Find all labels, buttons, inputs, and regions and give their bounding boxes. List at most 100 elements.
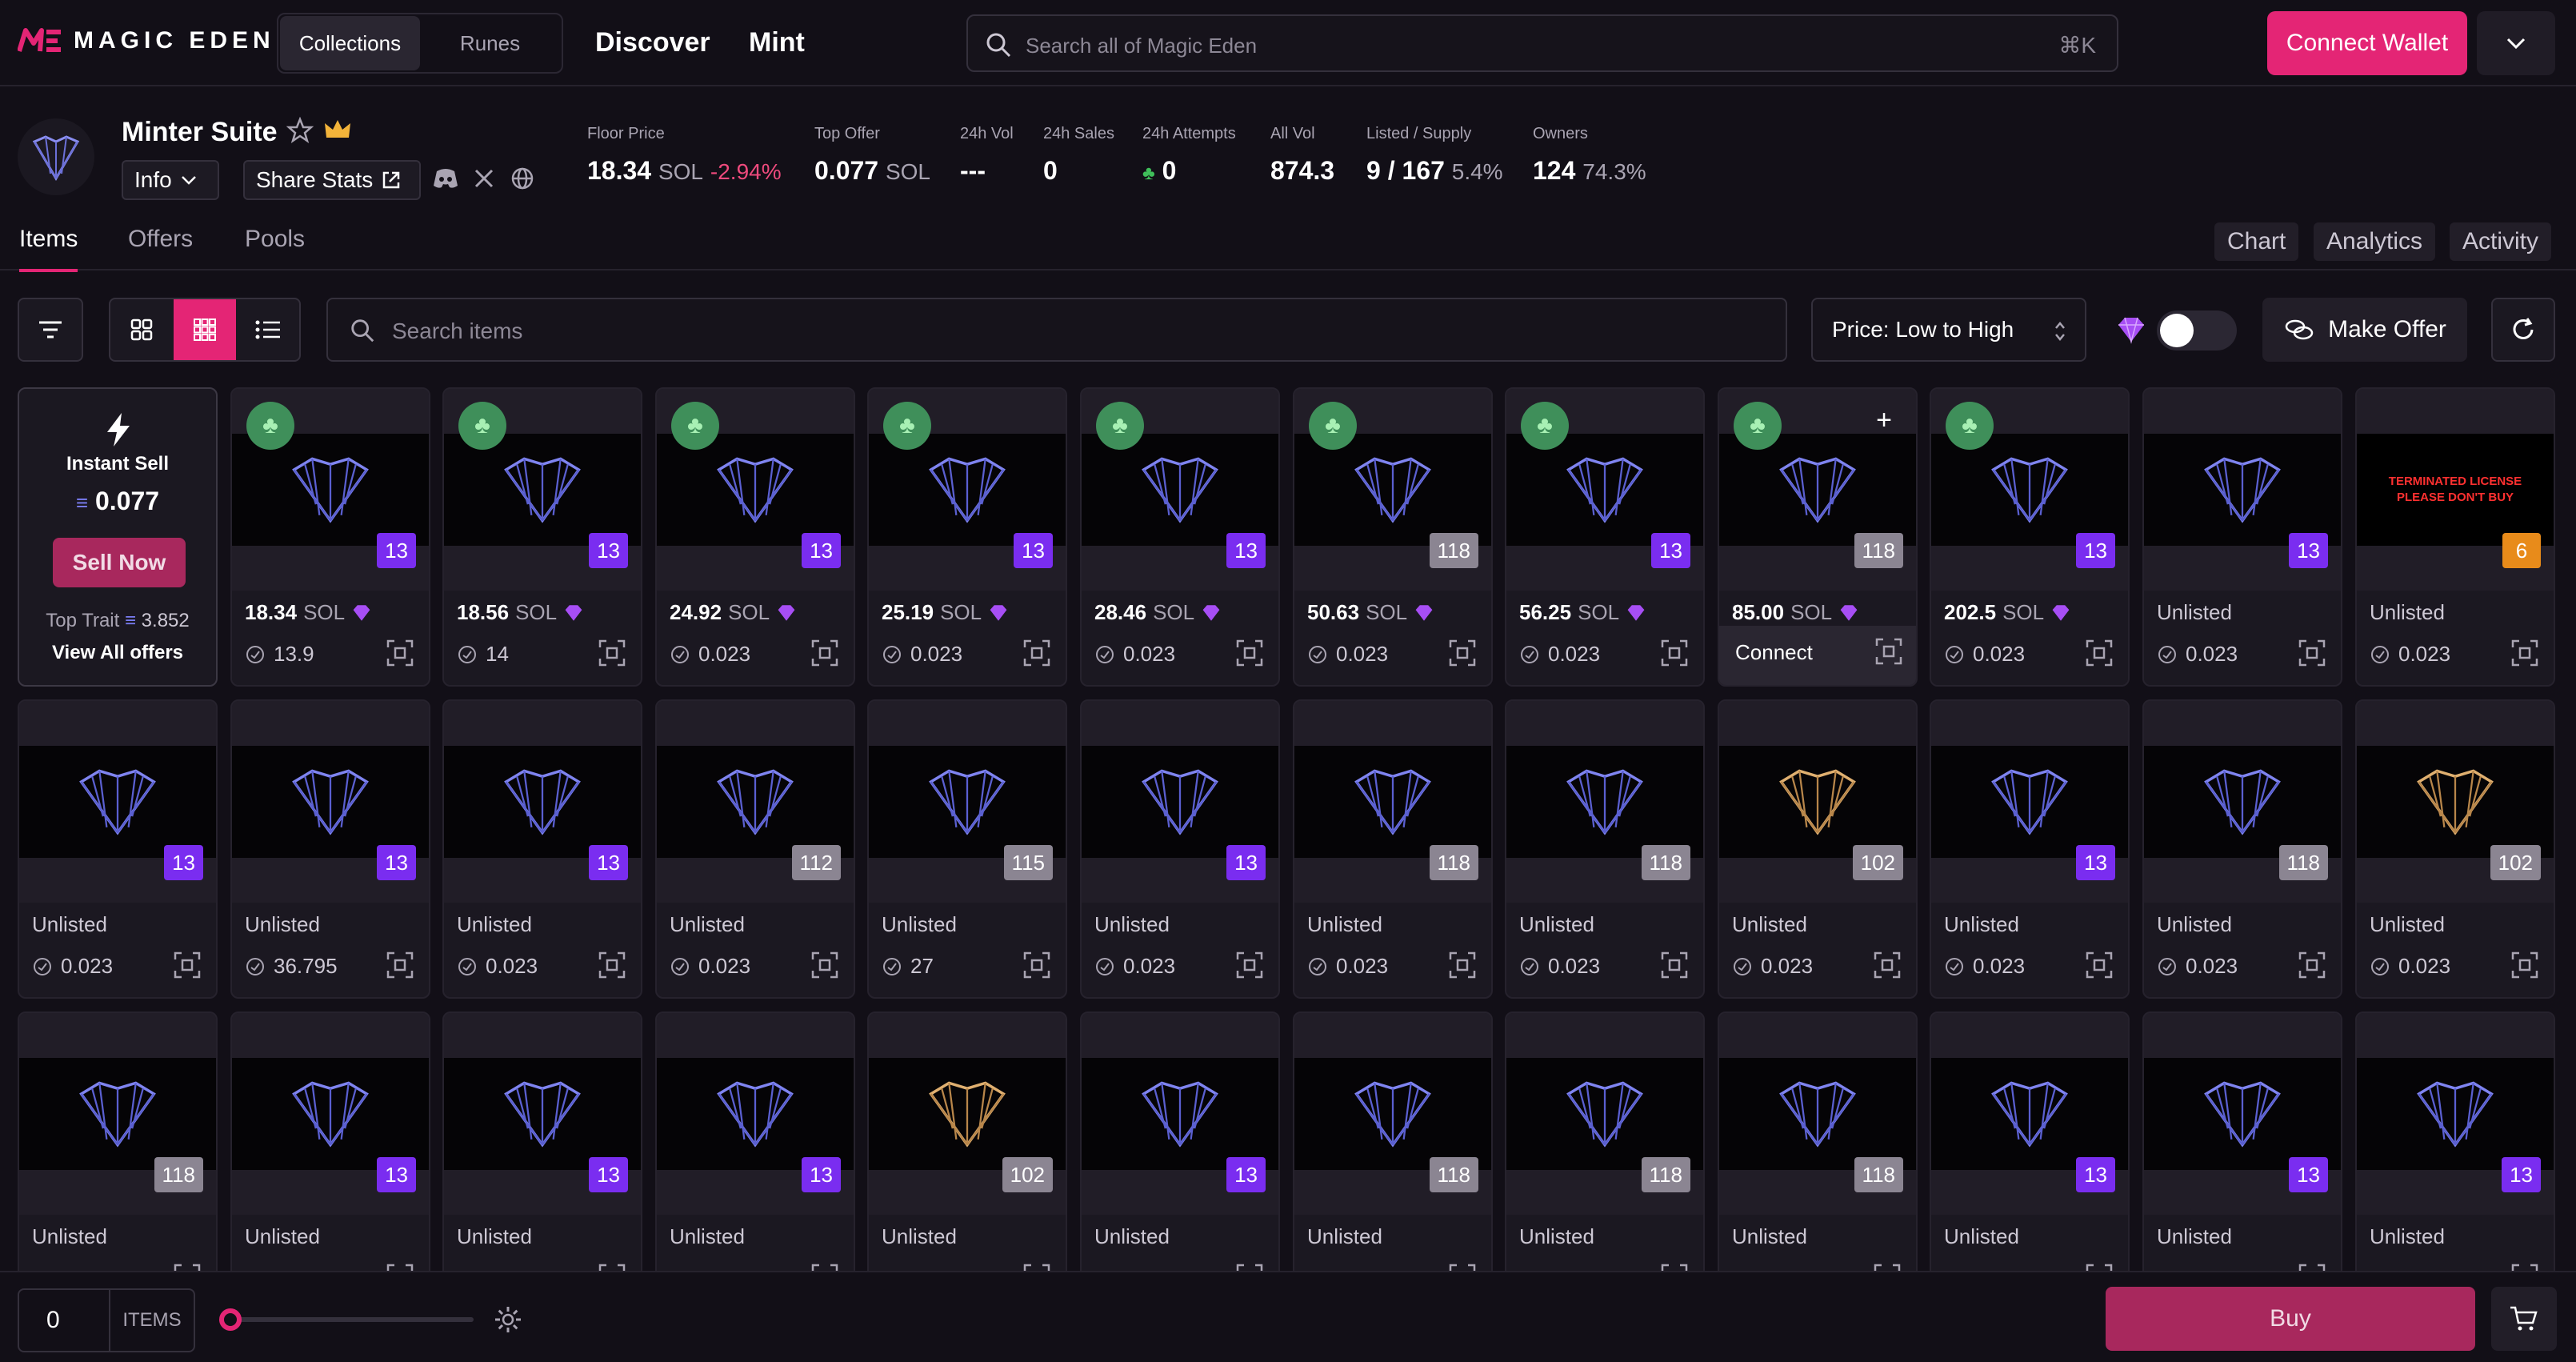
tab-chart[interactable]: Chart bbox=[2214, 222, 2299, 261]
sweep-slider[interactable] bbox=[219, 1308, 474, 1331]
nft-card[interactable]: 13 Unlisted bbox=[1080, 1011, 1280, 1271]
nft-card[interactable]: 13 Unlisted 0.023 bbox=[18, 699, 218, 999]
magic-eden-logo[interactable]: MAGIC EDEN bbox=[18, 27, 275, 54]
nft-card[interactable]: 13 Unlisted 0.023 bbox=[2142, 387, 2342, 687]
nft-card[interactable]: 112 Unlisted 0.023 bbox=[655, 699, 855, 999]
quick-view-button[interactable] bbox=[810, 639, 839, 671]
sort-select[interactable]: Price: Low to High bbox=[1811, 298, 2086, 362]
filter-button[interactable] bbox=[18, 298, 83, 362]
nav-mint[interactable]: Mint bbox=[749, 27, 805, 58]
quick-view-button[interactable] bbox=[1448, 1263, 1477, 1271]
nft-card[interactable]: TERMINATED LICENSE PLEASE DON'T BUY 6 Unli… bbox=[2355, 387, 2555, 687]
tab-offers[interactable]: Offers bbox=[128, 226, 193, 253]
quick-view-button[interactable] bbox=[1448, 951, 1477, 983]
quick-view-button[interactable] bbox=[386, 1263, 414, 1271]
make-offer-button[interactable]: Make Offer bbox=[2262, 298, 2467, 362]
quick-view-button[interactable] bbox=[1873, 1263, 1902, 1271]
more-menu-button[interactable] bbox=[2477, 11, 2555, 75]
quick-view-button[interactable] bbox=[1235, 951, 1264, 983]
nft-card[interactable]: 102 Unlisted 0.023 bbox=[2355, 699, 2555, 999]
quick-view-button[interactable] bbox=[810, 1263, 839, 1271]
nft-card[interactable]: ♣ +118 85.00 SOL Connect bbox=[1718, 387, 1918, 687]
search-items-input[interactable]: Search items bbox=[326, 298, 1787, 362]
tab-items[interactable]: Items bbox=[19, 226, 78, 272]
compact-grid-view-button[interactable] bbox=[173, 299, 237, 360]
nft-card[interactable]: ♣ 118 50.63 SOL 0.023 bbox=[1293, 387, 1493, 687]
nft-card[interactable]: 13 Unlisted bbox=[2355, 1011, 2555, 1271]
nft-card[interactable]: ♣ 13 18.56 SOL 14 bbox=[442, 387, 642, 687]
nft-card[interactable]: 13 Unlisted bbox=[655, 1011, 855, 1271]
nft-card[interactable]: 115 Unlisted 27 bbox=[867, 699, 1067, 999]
quick-view-button[interactable] bbox=[1022, 639, 1051, 671]
nft-card[interactable]: 118 Unlisted 0.023 bbox=[2142, 699, 2342, 999]
quick-view-button[interactable] bbox=[1235, 1263, 1264, 1271]
nft-card[interactable]: ♣ 13 56.25 SOL 0.023 bbox=[1505, 387, 1705, 687]
quick-view-button[interactable] bbox=[1022, 1263, 1051, 1271]
nav-discover[interactable]: Discover bbox=[595, 27, 710, 58]
tab-pools[interactable]: Pools bbox=[245, 226, 305, 253]
list-view-button[interactable] bbox=[236, 299, 299, 360]
discord-icon[interactable] bbox=[432, 166, 459, 190]
x-twitter-icon[interactable] bbox=[474, 168, 494, 189]
nft-card[interactable]: 118 Unlisted bbox=[1505, 1011, 1705, 1271]
nft-card[interactable]: 13 Unlisted 0.023 bbox=[442, 699, 642, 999]
nft-card[interactable]: 102 Unlisted bbox=[867, 1011, 1067, 1271]
view-all-offers-link[interactable]: View All offers bbox=[19, 642, 216, 664]
quick-view-button[interactable] bbox=[173, 951, 202, 983]
slider-thumb[interactable] bbox=[219, 1308, 242, 1331]
quick-view-button[interactable] bbox=[1235, 639, 1264, 671]
refresh-button[interactable] bbox=[2491, 298, 2555, 362]
nft-card[interactable]: 118 Unlisted 0.023 bbox=[1505, 699, 1705, 999]
large-grid-view-button[interactable] bbox=[110, 299, 174, 360]
quick-view-button[interactable] bbox=[1874, 637, 1903, 670]
tab-analytics[interactable]: Analytics bbox=[2314, 222, 2436, 261]
nft-card[interactable]: 13 Unlisted bbox=[442, 1011, 642, 1271]
quick-view-button[interactable] bbox=[2298, 639, 2326, 671]
nft-card[interactable]: 13 Unlisted 36.795 bbox=[230, 699, 430, 999]
nft-card[interactable]: ♣ 13 28.46 SOL 0.023 bbox=[1080, 387, 1280, 687]
quick-view-button[interactable] bbox=[1660, 639, 1689, 671]
cart-button[interactable] bbox=[2491, 1287, 2557, 1351]
nft-card[interactable]: ♣ 13 24.92 SOL 0.023 bbox=[655, 387, 855, 687]
website-globe-icon[interactable] bbox=[510, 166, 534, 190]
nft-card[interactable]: 102 Unlisted 0.023 bbox=[1718, 699, 1918, 999]
quick-view-button[interactable] bbox=[2298, 1263, 2326, 1271]
quick-view-button[interactable] bbox=[810, 951, 839, 983]
quick-view-button[interactable] bbox=[1873, 951, 1902, 983]
connect-wallet-button[interactable]: Connect Wallet bbox=[2267, 11, 2467, 75]
add-to-cart-plus-icon[interactable]: + bbox=[1876, 405, 1892, 436]
nft-card[interactable]: 13 Unlisted bbox=[230, 1011, 430, 1271]
nft-card[interactable]: ♣ 13 202.5 SOL 0.023 bbox=[1930, 387, 2130, 687]
nft-card[interactable]: ♣ 13 18.34 SOL 13.9 bbox=[230, 387, 430, 687]
sell-now-button[interactable]: Sell Now bbox=[53, 538, 186, 587]
card-connect-button[interactable]: Connect bbox=[1735, 640, 1813, 665]
quick-view-button[interactable] bbox=[1448, 639, 1477, 671]
info-dropdown[interactable]: Info bbox=[122, 160, 219, 200]
quick-view-button[interactable] bbox=[598, 639, 626, 671]
nft-card[interactable]: 13 Unlisted bbox=[1930, 1011, 2130, 1271]
nft-card[interactable]: 13 Unlisted 0.023 bbox=[1080, 699, 1280, 999]
quick-view-button[interactable] bbox=[2085, 639, 2114, 671]
quick-view-button[interactable] bbox=[386, 639, 414, 671]
nft-card[interactable]: 118 Unlisted bbox=[18, 1011, 218, 1271]
nft-card[interactable]: 13 Unlisted bbox=[2142, 1011, 2342, 1271]
quick-view-button[interactable] bbox=[2510, 951, 2539, 983]
quick-view-button[interactable] bbox=[2510, 639, 2539, 671]
nft-card[interactable]: 118 Unlisted bbox=[1293, 1011, 1493, 1271]
nft-card[interactable]: 118 Unlisted 0.023 bbox=[1293, 699, 1493, 999]
quick-view-button[interactable] bbox=[2085, 951, 2114, 983]
gear-icon[interactable] bbox=[493, 1304, 523, 1335]
nft-card[interactable]: ♣ 13 25.19 SOL 0.023 bbox=[867, 387, 1067, 687]
quick-view-button[interactable] bbox=[1022, 951, 1051, 983]
quick-view-button[interactable] bbox=[598, 1263, 626, 1271]
quick-view-button[interactable] bbox=[598, 951, 626, 983]
global-search-input[interactable]: Search all of Magic Eden ⌘K bbox=[966, 14, 2118, 72]
rarity-toggle[interactable] bbox=[2157, 310, 2237, 351]
quick-view-button[interactable] bbox=[173, 1263, 202, 1271]
buy-button[interactable]: Buy bbox=[2106, 1287, 2475, 1351]
quick-view-button[interactable] bbox=[2085, 1263, 2114, 1271]
share-stats-button[interactable]: Share Stats bbox=[243, 160, 421, 200]
nft-card[interactable]: 118 Unlisted bbox=[1718, 1011, 1918, 1271]
quick-view-button[interactable] bbox=[2298, 951, 2326, 983]
quick-view-button[interactable] bbox=[386, 951, 414, 983]
